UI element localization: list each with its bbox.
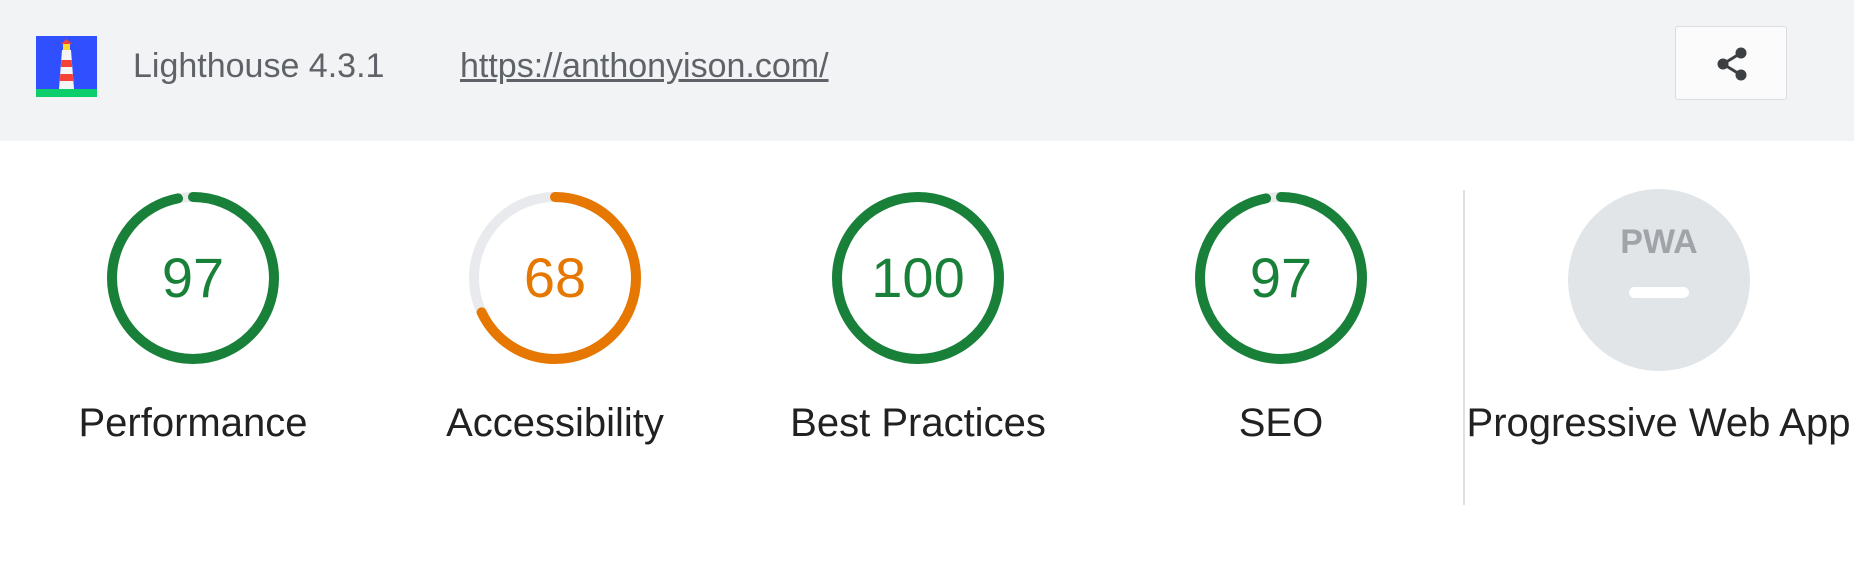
gauge-ring: 100 <box>828 188 1008 368</box>
share-icon <box>1717 47 1747 81</box>
gauge-score: 97 <box>161 246 225 309</box>
pwa-badge-text: PWA <box>1620 223 1697 261</box>
gauge-ring: 97 <box>1191 188 1371 368</box>
gauge-accessibility[interactable]: 68 Accessibility <box>374 180 736 450</box>
lighthouse-logo-icon <box>36 36 97 97</box>
share-button[interactable] <box>1675 26 1787 100</box>
gauge-score: 68 <box>523 246 587 309</box>
gauge-label: Best Practices <box>790 401 1046 445</box>
gauge-pwa[interactable]: PWA Progressive Web App <box>1463 180 1854 450</box>
report-url-link[interactable]: https://anthonyison.com/ <box>460 43 829 89</box>
lighthouse-version: Lighthouse 4.3.1 <box>133 47 385 85</box>
gauge-ring: 97 <box>103 188 283 368</box>
gauge-label: Performance <box>78 401 308 445</box>
pwa-badge-icon: PWA <box>1567 189 1750 371</box>
gauge-label: Accessibility <box>446 401 664 445</box>
gauge-score: 100 <box>871 246 965 309</box>
gauge-ring: 68 <box>465 188 645 368</box>
gauge-seo[interactable]: 97 SEO <box>1100 180 1462 450</box>
report-header: Lighthouse 4.3.1 https://anthonyison.com… <box>0 0 1854 141</box>
gauge-score: 97 <box>1249 246 1313 309</box>
pwa-status-dash <box>1628 287 1689 298</box>
gauge-label: SEO <box>1238 401 1324 445</box>
gauge-performance[interactable]: 97 Performance <box>12 180 374 450</box>
gauge-best-practices[interactable]: 100 Best Practices <box>737 180 1099 450</box>
gauge-label: Progressive Web App <box>1466 401 1851 445</box>
